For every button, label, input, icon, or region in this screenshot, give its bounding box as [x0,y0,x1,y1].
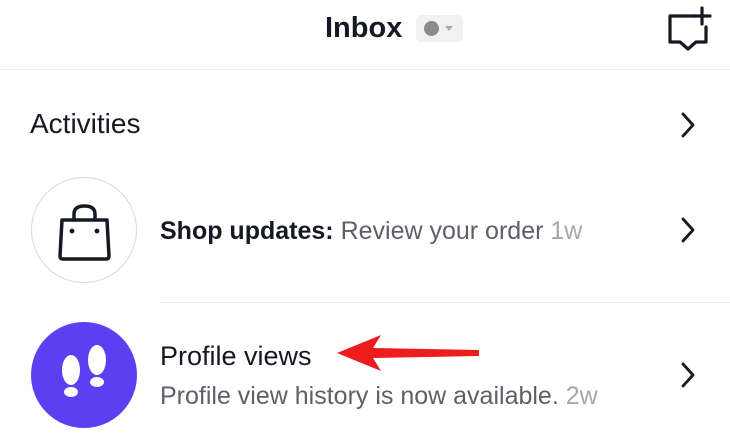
page-title: Inbox [325,12,403,44]
red-arrow-icon [337,335,479,371]
chevron-right-icon [681,217,695,243]
profile-views-description: Profile view history is now available. [160,382,559,410]
footprints-icon [62,345,106,397]
profile-views-avatar [31,322,137,428]
shop-updates-line: Shop updates: Review your order 1w [160,213,582,249]
section-title-activities: Activities [30,108,141,139]
profile-views-title: Profile views [160,341,312,371]
chevron-right-icon [681,362,695,388]
shop-avatar [31,177,137,283]
status-dot-icon [424,21,439,36]
shop-updates-description: Review your order [340,217,544,245]
chevron-right-icon [681,112,695,138]
divider [160,302,730,303]
caret-down-icon [445,26,453,31]
profile-views-subtitle: Profile view history is now available. 2… [160,378,598,414]
status-selector[interactable] [416,15,463,42]
shopping-bag-icon [58,204,111,261]
shop-updates-time: 1w [550,217,583,245]
profile-views-time: 2w [565,382,598,410]
shop-updates-title: Shop updates: [160,217,334,245]
new-message-icon[interactable] [664,5,712,53]
inbox-header: Inbox [0,0,730,70]
